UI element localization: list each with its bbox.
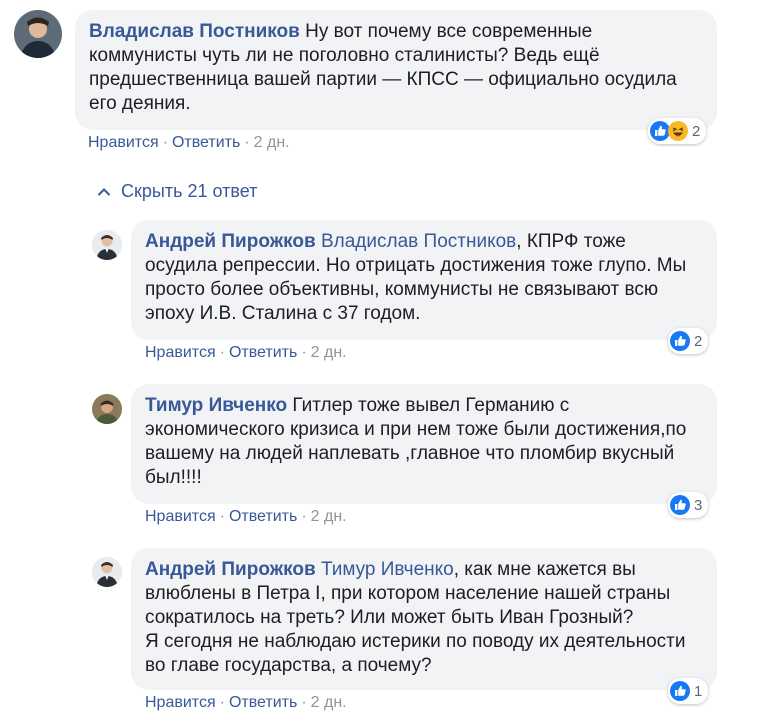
comment-actions: Нравится · Ответить · 2 дн. bbox=[145, 508, 347, 526]
hide-replies-toggle[interactable]: Скрыть 21 ответ bbox=[97, 181, 257, 202]
chevron-up-icon bbox=[97, 187, 111, 196]
avatar[interactable] bbox=[92, 394, 122, 424]
like-icon bbox=[670, 331, 690, 351]
separator-dot: · bbox=[244, 134, 250, 151]
mention-link[interactable]: Тимур Ивченко bbox=[321, 559, 454, 580]
reply-link[interactable]: Ответить bbox=[229, 344, 297, 361]
like-icon bbox=[670, 495, 690, 515]
avatar[interactable] bbox=[92, 230, 122, 260]
separator-dot: · bbox=[301, 508, 307, 525]
reply-link[interactable]: Ответить bbox=[172, 134, 240, 151]
comment-text: Я сегодня не наблюдаю истерики по поводу… bbox=[145, 631, 686, 676]
reaction-count: 2 bbox=[694, 332, 703, 350]
hide-replies-label: Скрыть 21 ответ bbox=[121, 181, 258, 201]
reaction-count: 1 bbox=[694, 682, 703, 700]
timestamp[interactable]: 2 дн. bbox=[311, 344, 347, 361]
reaction-summary[interactable]: 2 bbox=[668, 328, 709, 354]
comment-author[interactable]: Андрей Пирожков bbox=[145, 559, 316, 580]
comment-bubble: Андрей Пирожков Тимур Ивченко, как мне к… bbox=[131, 548, 717, 690]
like-link[interactable]: Нравится bbox=[145, 344, 216, 361]
separator-dot: · bbox=[162, 134, 168, 151]
comment-author[interactable]: Андрей Пирожков bbox=[145, 231, 316, 252]
mention-link[interactable]: Владислав Постников bbox=[321, 231, 516, 252]
separator-dot: · bbox=[219, 694, 225, 711]
reaction-summary[interactable]: 2 bbox=[648, 118, 707, 144]
comment-actions: Нравится · Ответить · 2 дн. bbox=[145, 344, 347, 362]
comment-actions: Нравится · Ответить · 2 дн. bbox=[145, 694, 347, 712]
comment-bubble: Андрей Пирожков Владислав Постников, КПР… bbox=[131, 220, 717, 340]
haha-icon bbox=[668, 121, 688, 141]
reaction-summary[interactable]: 1 bbox=[668, 678, 709, 704]
like-link[interactable]: Нравится bbox=[145, 694, 216, 711]
like-icon bbox=[670, 681, 690, 701]
like-link[interactable]: Нравится bbox=[145, 508, 216, 525]
separator-dot: · bbox=[301, 344, 307, 361]
reply-link[interactable]: Ответить bbox=[229, 508, 297, 525]
reaction-summary[interactable]: 3 bbox=[668, 492, 709, 518]
comment-bubble: Владислав Постников Ну вот почему все со… bbox=[75, 10, 717, 130]
like-link[interactable]: Нравится bbox=[88, 134, 159, 151]
avatar[interactable] bbox=[14, 10, 62, 58]
comment-actions: Нравится · Ответить · 2 дн. bbox=[88, 134, 290, 152]
timestamp[interactable]: 2 дн. bbox=[311, 508, 347, 525]
separator-dot: · bbox=[219, 344, 225, 361]
reply-link[interactable]: Ответить bbox=[229, 694, 297, 711]
reaction-count: 3 bbox=[694, 496, 703, 514]
separator-dot: · bbox=[219, 508, 225, 525]
comment-bubble: Тимур Ивченко Гитлер тоже вывел Германию… bbox=[131, 384, 717, 504]
comment-author[interactable]: Тимур Ивченко bbox=[145, 395, 287, 416]
separator-dot: · bbox=[301, 694, 307, 711]
timestamp[interactable]: 2 дн. bbox=[311, 694, 347, 711]
reaction-count: 2 bbox=[692, 122, 701, 140]
like-icon bbox=[650, 121, 670, 141]
timestamp[interactable]: 2 дн. bbox=[254, 134, 290, 151]
avatar[interactable] bbox=[92, 557, 122, 587]
comment-author[interactable]: Владислав Постников bbox=[89, 21, 300, 42]
